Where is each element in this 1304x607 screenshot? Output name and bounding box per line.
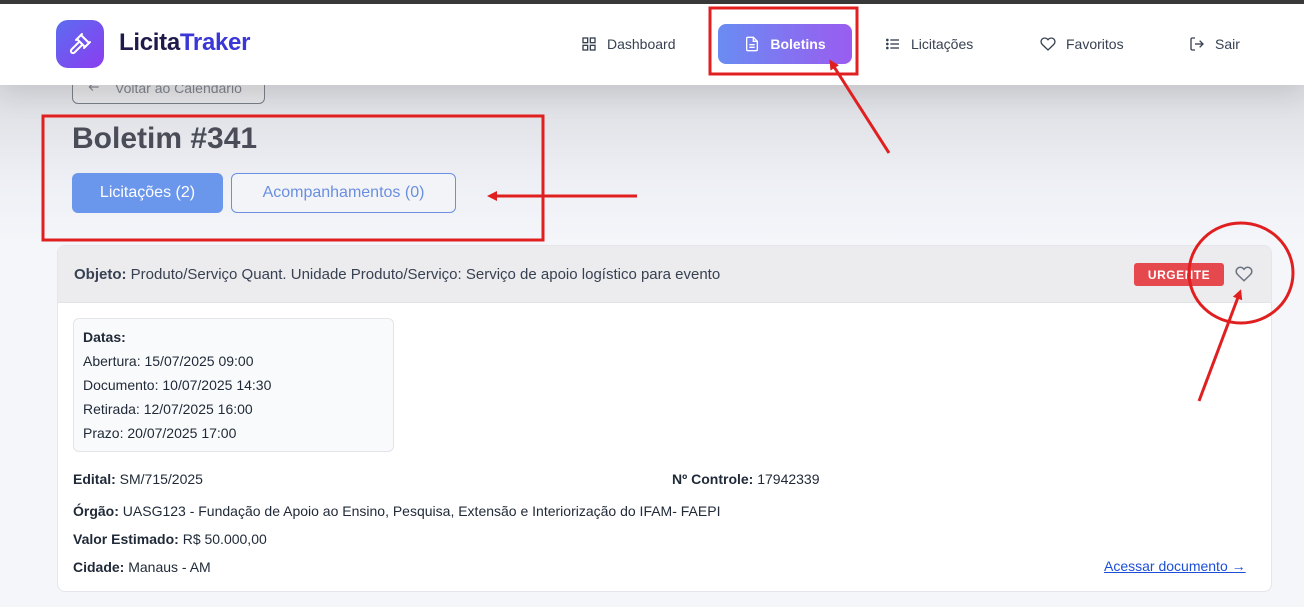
date-retirada: Retirada: 12/07/2025 16:00 bbox=[83, 401, 393, 425]
valor-field: Valor Estimado: R$ 50.000,00 bbox=[73, 531, 267, 547]
access-document-link[interactable]: Acessar documento → bbox=[1104, 558, 1246, 574]
edital-label: Edital: bbox=[73, 471, 116, 487]
dates-header: Datas: bbox=[83, 329, 126, 345]
nav-dashboard-label: Dashboard bbox=[607, 36, 676, 52]
nav-licitacoes[interactable]: Licitações bbox=[885, 24, 973, 64]
nav-dashboard[interactable]: Dashboard bbox=[581, 24, 676, 64]
valor-label: Valor Estimado: bbox=[73, 531, 179, 547]
objeto-label: Objeto: bbox=[74, 266, 127, 283]
tab-acompanhamentos[interactable]: Acompanhamentos (0) bbox=[231, 173, 456, 213]
gavel-icon bbox=[69, 33, 91, 55]
controle-label: Nº Controle: bbox=[672, 471, 754, 487]
nav-sair[interactable]: Sair bbox=[1189, 24, 1240, 64]
cidade-value: Manaus - AM bbox=[128, 559, 211, 575]
nav-licitacoes-label: Licitações bbox=[911, 36, 974, 52]
document-icon bbox=[746, 36, 759, 52]
app-name[interactable]: LicitaTraker bbox=[119, 29, 250, 57]
edital-field: Edital: SM/715/2025 bbox=[73, 471, 203, 487]
nav-boletins-label: Boletins bbox=[770, 36, 826, 52]
date-prazo-label: Prazo: bbox=[83, 425, 124, 441]
favorite-heart-icon[interactable] bbox=[1235, 265, 1253, 283]
objeto-text: Objeto: Produto/Serviço Quant. Unidade P… bbox=[74, 266, 720, 283]
orgao-value: UASG123 - Fundação de Apoio ao Ensino, P… bbox=[122, 503, 721, 519]
date-retirada-label: Retirada: bbox=[83, 401, 140, 417]
date-documento-value: 10/07/2025 14:30 bbox=[162, 377, 272, 393]
orgao-label: Órgão: bbox=[73, 503, 119, 519]
date-abertura-value: 15/07/2025 09:00 bbox=[144, 353, 254, 369]
tab-licitacoes[interactable]: Licitações (2) bbox=[72, 173, 223, 213]
cidade-label: Cidade: bbox=[73, 559, 125, 575]
modal-shadow-overlay bbox=[0, 85, 1304, 245]
nav-boletins[interactable]: Boletins bbox=[718, 24, 852, 64]
dashboard-icon bbox=[582, 37, 596, 51]
orgao-field: Órgão: UASG123 - Fundação de Apoio ao En… bbox=[73, 503, 720, 519]
logo[interactable] bbox=[56, 20, 104, 68]
date-retirada-value: 12/07/2025 16:00 bbox=[143, 401, 253, 417]
controle-value: 17942339 bbox=[757, 471, 820, 487]
date-prazo: Prazo: 20/07/2025 17:00 bbox=[83, 425, 393, 449]
nav-sair-label: Sair bbox=[1215, 36, 1240, 52]
valor-value: R$ 50.000,00 bbox=[182, 531, 267, 547]
list-icon bbox=[886, 38, 899, 50]
licitacao-card: Objeto: Produto/Serviço Quant. Unidade P… bbox=[57, 245, 1272, 592]
cidade-field: Cidade: Manaus - AM bbox=[73, 559, 211, 575]
objeto-value: Produto/Serviço Quant. Unidade Produto/S… bbox=[130, 266, 721, 283]
heart-icon bbox=[1040, 37, 1056, 51]
page-title: Boletim #341 bbox=[72, 122, 258, 155]
card-header: Objeto: Produto/Serviço Quant. Unidade P… bbox=[58, 246, 1271, 303]
logout-icon bbox=[1190, 37, 1204, 51]
nav-favoritos-label: Favoritos bbox=[1066, 36, 1124, 52]
urgent-badge: URGENTE bbox=[1134, 263, 1224, 286]
app-name-part1: Licita bbox=[119, 29, 180, 56]
dates-box: Datas: Abertura: 15/07/2025 09:00 Docume… bbox=[73, 318, 394, 452]
app-name-part2: Traker bbox=[179, 29, 251, 56]
date-documento-label: Documento: bbox=[83, 377, 159, 393]
app-header: LicitaTraker Dashboard Boletins Licitaçõ… bbox=[0, 4, 1304, 85]
nav-favoritos[interactable]: Favoritos bbox=[1040, 24, 1124, 64]
date-abertura: Abertura: 15/07/2025 09:00 bbox=[83, 353, 393, 377]
edital-value: SM/715/2025 bbox=[119, 471, 203, 487]
controle-field: Nº Controle: 17942339 bbox=[672, 471, 820, 487]
date-prazo-value: 20/07/2025 17:00 bbox=[127, 425, 237, 441]
date-abertura-label: Abertura: bbox=[83, 353, 141, 369]
date-documento: Documento: 10/07/2025 14:30 bbox=[83, 377, 393, 401]
